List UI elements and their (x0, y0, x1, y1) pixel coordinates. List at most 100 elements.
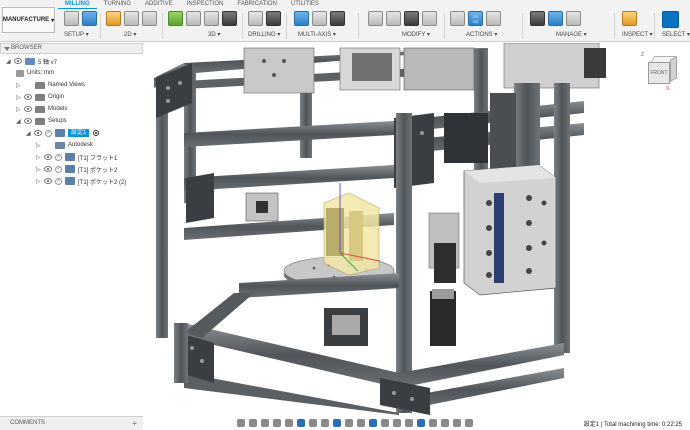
visibility-eye-icon[interactable] (24, 106, 32, 112)
camera-icon[interactable] (393, 419, 401, 427)
status-bar-text: 設定1 | Total machining time: 0:22:25 (583, 422, 682, 428)
tree-setups[interactable]: ◢ Setups (16, 115, 67, 127)
expand-down-icon[interactable]: ◢ (16, 118, 24, 125)
tree-autodesk[interactable]: ▷ Autodesk (36, 139, 93, 151)
tree-op-pocket2-2-label: [T1] ポケット2 (2) (78, 179, 127, 186)
stock-icon[interactable] (345, 419, 353, 427)
tab-fabrication[interactable]: FABRICATION (230, 0, 284, 9)
visibility-eye-icon[interactable] (14, 58, 22, 64)
pan-icon[interactable] (261, 419, 269, 427)
new-folder-icon[interactable] (64, 11, 79, 26)
fit-icon[interactable] (285, 419, 293, 427)
rotary-icon[interactable] (330, 11, 345, 26)
visibility-eye-icon[interactable] (44, 166, 52, 172)
settings-icon[interactable] (453, 419, 461, 427)
trim-icon[interactable] (386, 11, 401, 26)
expand-down-icon[interactable]: ◢ (6, 58, 14, 65)
tab-utilities[interactable]: UTILITIES (284, 0, 326, 9)
active-setup-radio-icon[interactable] (93, 130, 100, 136)
collapse-triangle-icon[interactable] (4, 47, 10, 51)
effects-icon[interactable] (417, 419, 425, 427)
tree-op-pocket2-2[interactable]: ▷ ✓ [T1] ポケット2 (2) (36, 175, 126, 187)
visibility-eye-icon[interactable] (44, 178, 52, 184)
display-settings-icon[interactable] (297, 419, 305, 427)
tool-library-icon[interactable] (530, 11, 545, 26)
frame-bottom (180, 293, 564, 415)
expand-right-icon[interactable]: ▷ (36, 166, 44, 173)
new-setup-icon[interactable] (82, 11, 97, 26)
visibility-eye-icon[interactable] (24, 94, 32, 100)
steep-shallow-icon[interactable] (204, 11, 219, 26)
2d-pocket-icon[interactable] (124, 11, 139, 26)
tab-inspection[interactable]: INSPECTION (180, 0, 231, 9)
tree-op-flat1-label: [T1] フラット1 (78, 155, 118, 162)
tree-named-views-label: Named Views (48, 82, 85, 88)
model-viewport[interactable] (144, 43, 690, 415)
zoom-icon[interactable] (273, 419, 281, 427)
orbit-icon[interactable] (237, 419, 245, 427)
tree-op-pocket2[interactable]: ▷ ✓ [T1] ポケット2 (36, 163, 117, 175)
tree-named-views[interactable]: ▷ Named Views (16, 79, 85, 91)
expand-right-icon[interactable]: ▷ (16, 106, 24, 113)
measure-icon[interactable] (622, 11, 637, 26)
render-icon[interactable] (405, 419, 413, 427)
copy-pattern-icon[interactable] (404, 11, 419, 26)
face-icon[interactable] (142, 11, 157, 26)
environment-icon[interactable] (441, 419, 449, 427)
toolpath-icon[interactable] (357, 419, 365, 427)
expand-right-icon[interactable]: ▷ (16, 82, 24, 89)
drill-icon[interactable] (248, 11, 263, 26)
manual-nc-icon[interactable] (422, 11, 437, 26)
tab-additive[interactable]: ADDITIVE (138, 0, 180, 9)
g1-g2-icon[interactable]: G1 G2 (468, 11, 483, 26)
cube-right-face[interactable] (670, 55, 677, 83)
adaptive-clearing-icon[interactable] (168, 11, 183, 26)
viewports-icon[interactable] (321, 419, 329, 427)
ribbon-tabs: MILLING TURNING ADDITIVE INSPECTION FABR… (58, 0, 326, 9)
tab-milling[interactable]: MILLING (58, 0, 97, 9)
tree-op-flat1[interactable]: ▷ ✓ [T1] フラット1 (36, 151, 117, 163)
visibility-eye-icon[interactable] (24, 118, 32, 124)
scallop-icon[interactable] (222, 11, 237, 26)
expand-right-icon[interactable]: ▷ (16, 94, 24, 101)
template-library-icon[interactable] (566, 11, 581, 26)
select-arrow-icon[interactable] (662, 11, 679, 28)
tree-origin[interactable]: ▷ Origin (16, 91, 64, 103)
visibility-eye-icon[interactable] (44, 154, 52, 160)
tab-turning[interactable]: TURNING (97, 0, 138, 9)
expand-down-icon[interactable]: ◢ (26, 130, 34, 137)
simulate-icon[interactable] (450, 11, 465, 26)
scissors-icon[interactable] (368, 11, 383, 26)
visibility-eye-icon[interactable] (34, 130, 42, 136)
expand-right-icon[interactable]: ▷ (36, 154, 44, 161)
cube-front-label: FRONT (650, 70, 668, 76)
appearance-icon[interactable] (429, 419, 437, 427)
view-cube[interactable]: Z FRONT X (640, 52, 680, 92)
comments-panel[interactable]: COMMENTS + (0, 416, 143, 430)
workspace-switcher-button[interactable]: MANUFACTURE ▾ (2, 7, 55, 33)
tree-units[interactable]: Units: mm (16, 67, 54, 79)
2d-adaptive-icon[interactable] (106, 11, 121, 26)
tree-setup1[interactable]: ◢ ✓ 設定1 (26, 127, 100, 139)
g2-label: G2 (472, 18, 479, 24)
machine-icon[interactable] (369, 419, 377, 427)
setup-sheet-icon[interactable] (486, 11, 501, 26)
cube-front-face[interactable]: FRONT (648, 62, 670, 84)
grid-icon[interactable] (309, 419, 317, 427)
swarf-icon[interactable] (294, 11, 309, 26)
expand-right-icon[interactable]: ▷ (36, 142, 44, 149)
info-icon[interactable] (465, 419, 473, 427)
browser-title: BROWSER (11, 45, 43, 51)
hole-recognition-icon[interactable] (266, 11, 281, 26)
expand-right-icon[interactable]: ▷ (36, 178, 44, 185)
tree-models[interactable]: ▷ Models (16, 103, 67, 115)
browser-panel-header[interactable]: BROWSER (0, 43, 143, 54)
pocket-clearing-icon[interactable] (186, 11, 201, 26)
tree-root[interactable]: ◢ 5 軸 v7 (6, 55, 57, 67)
simulate-icon[interactable] (333, 419, 341, 427)
post-library-icon[interactable] (548, 11, 563, 26)
look-at-icon[interactable] (249, 419, 257, 427)
add-comment-icon[interactable]: + (132, 417, 137, 430)
multi-axis-contour-icon[interactable] (312, 11, 327, 26)
section-icon[interactable] (381, 419, 389, 427)
